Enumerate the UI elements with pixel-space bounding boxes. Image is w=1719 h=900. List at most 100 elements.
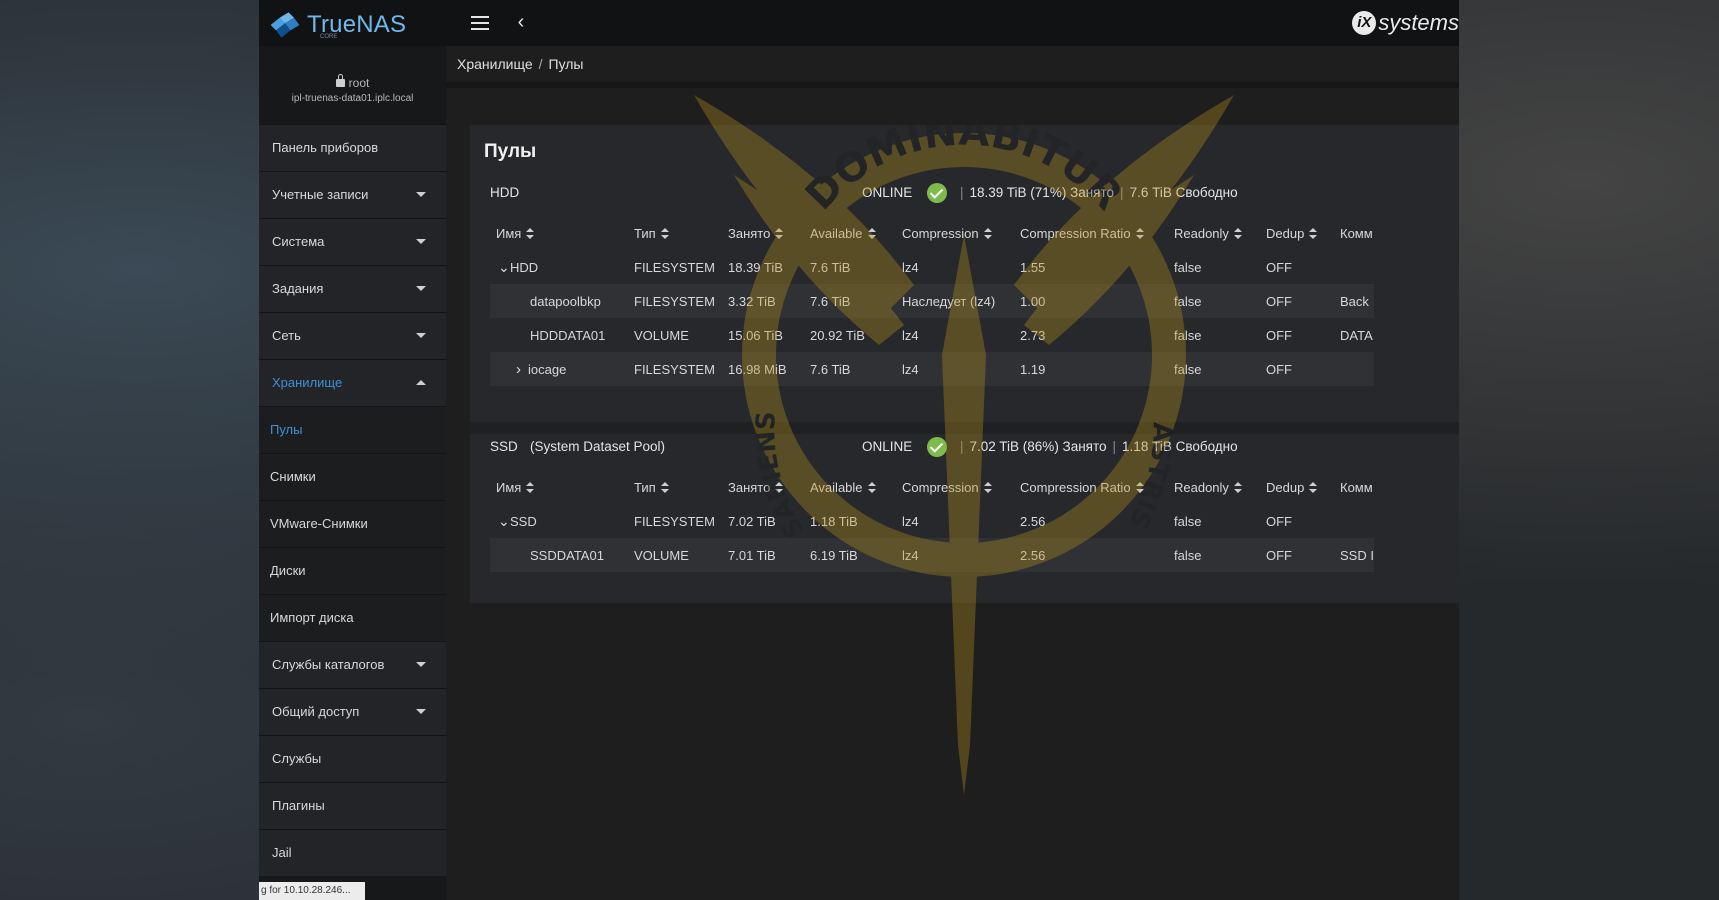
column-header[interactable]: Available [804,216,896,250]
column-header[interactable]: Тип [628,216,722,250]
column-header[interactable]: Compression [896,216,1014,250]
column-header[interactable]: Available [804,470,896,504]
sort-icon[interactable] [1135,227,1144,239]
sort-icon[interactable] [1233,227,1242,239]
sort-icon[interactable] [1309,481,1318,493]
breadcrumb: Хранилище / Пулы [457,56,584,72]
sort-icon[interactable] [1233,481,1242,493]
truenas-app-window: TrueNAS CORE ‹ iX systems root ipl-truen… [259,0,1459,900]
column-header[interactable]: Комм [1334,216,1374,250]
sort-icon[interactable] [1309,227,1318,239]
cell-type: FILESYSTEM [634,259,715,275]
sidebar-item-label: Плагины [272,798,325,813]
host-name: ipl-truenas-data01.iplc.local [291,93,414,104]
column-header-label: Комм [1340,479,1373,495]
pool-free: 7.6 TiB Свободно [1129,185,1238,200]
sidebar-item-3[interactable]: Задания [259,265,446,312]
sort-icon[interactable] [1135,481,1144,493]
sidebar-item-label: Хранилище [272,375,343,390]
table-row[interactable]: SSDDATA01 VOLUME 7.01 TiB 6.19 TiB lz4 2.56 fa… [490,538,1374,572]
column-header[interactable]: Readonly [1168,470,1260,504]
table-row[interactable]: ⌄SSD FILESYSTEM 7.02 TiB 1.18 TiB lz4 2.56 fal… [490,504,1374,538]
column-header[interactable]: Readonly [1168,216,1260,250]
column-header-label: Available [810,479,863,495]
column-header-label: Available [810,225,863,241]
cell-compression: lz4 [896,538,1014,572]
table-row[interactable]: ⌄HDD FILESYSTEM 18.39 TiB 7.6 TiB lz4 1.55 fal… [490,250,1374,284]
sidebar-item-label: VMware-Снимки [270,516,368,531]
sidebar-item-9[interactable]: Диски [259,547,446,594]
chevron-down-icon[interactable]: ⌄ [498,259,510,276]
sidebar-item-10[interactable]: Импорт диска [259,594,446,641]
sort-icon[interactable] [867,481,876,493]
sidebar-item-label: Пулы [270,422,303,437]
check-circle-icon [927,437,947,457]
sidebar-item-5[interactable]: Хранилище [259,359,446,406]
chevron-left-icon[interactable]: ‹ [511,11,531,33]
sidebar-item-label: Задания [272,281,324,296]
sidebar-item-15[interactable]: Jail [259,829,446,876]
sidebar-item-4[interactable]: Сеть [259,312,446,359]
sidebar-item-14[interactable]: Плагины [259,782,446,829]
column-header[interactable]: Тип [628,470,722,504]
truenas-logo[interactable]: TrueNAS CORE [267,8,417,42]
caret-down-icon [416,239,426,244]
column-header[interactable]: Compression Ratio [1014,216,1168,250]
column-header-label: Readonly [1174,225,1229,241]
column-header[interactable]: Имя [490,216,628,250]
sort-icon[interactable] [983,481,992,493]
url-status-tooltip: g for 10.10.28.246... [259,882,365,900]
column-header[interactable]: Комм [1334,470,1374,504]
ixsystems-logo[interactable]: iX systems [1352,9,1459,37]
truenas-logo-icon [270,12,300,38]
ix-badge-icon: iX [1352,11,1377,35]
pool-header-ssd: SSD (System Dataset Pool) ONLINE | 7.02 T… [490,435,1459,461]
column-header[interactable]: Dedup [1260,216,1334,250]
dataset-name: HDD [510,259,539,275]
sidebar-item-8[interactable]: VMware-Снимки [259,500,446,547]
hamburger-menu-icon[interactable] [469,12,491,34]
sort-icon[interactable] [660,481,669,493]
dataset-name-cell: ⌄HDD [490,250,628,284]
sort-icon[interactable] [867,227,876,239]
sort-icon[interactable] [526,481,535,493]
column-header-label: Занято [728,225,771,241]
sidebar-item-label: Диски [270,563,306,578]
vendor-name: systems [1378,10,1459,35]
sidebar-item-2[interactable]: Система [259,218,446,265]
column-header[interactable]: Compression [896,470,1014,504]
table-row[interactable]: › iocage FILESYSTEM 16.98 MiB 7.6 TiB lz4 1.19… [490,352,1374,386]
sidebar-item-6[interactable]: Пулы [259,406,446,453]
column-header-label: Compression Ratio [1020,225,1131,241]
column-header[interactable]: Dedup [1260,470,1334,504]
caret-down-icon [416,286,426,291]
table-row[interactable]: datapoolbkp FILESYSTEM 3.32 TiB 7.6 TiB Насл… [490,284,1374,318]
breadcrumb-storage[interactable]: Хранилище [457,56,533,72]
cell-comment [1334,352,1374,386]
pool-extra-label: (System Dataset Pool) [530,439,666,454]
column-header[interactable]: Compression Ratio [1014,470,1168,504]
sidebar-item-12[interactable]: Общий доступ [259,688,446,735]
sidebar-item-1[interactable]: Учетные записи [259,171,446,218]
sort-icon[interactable] [983,227,992,239]
column-header[interactable]: Занято [722,470,804,504]
sidebar-item-13[interactable]: Службы [259,735,446,782]
sort-icon[interactable] [660,227,669,239]
cell-ratio: 1.19 [1014,352,1168,386]
column-header[interactable]: Имя [490,470,628,504]
cell-dedup: OFF [1260,284,1334,318]
sort-icon[interactable] [775,227,784,239]
sort-icon[interactable] [526,227,535,239]
chevron-down-icon[interactable]: ⌄ [498,513,510,530]
cell-used: 15.06 TiB [728,327,783,343]
column-header[interactable]: Занято [722,216,804,250]
sidebar-item-label: Общий доступ [272,704,360,719]
sidebar: root ipl-truenas-data01.iplc.local Панел… [259,46,446,900]
sidebar-item-7[interactable]: Снимки [259,453,446,500]
sort-icon[interactable] [775,481,784,493]
table-row[interactable]: HDDDATA01 VOLUME 15.06 TiB 20.92 TiB lz4 2.73… [490,318,1374,352]
chevron-right-icon[interactable]: › [516,361,528,378]
sidebar-item-11[interactable]: Службы каталогов [259,641,446,688]
cell-readonly: false [1174,259,1202,275]
sidebar-item-0[interactable]: Панель приборов [259,124,446,171]
